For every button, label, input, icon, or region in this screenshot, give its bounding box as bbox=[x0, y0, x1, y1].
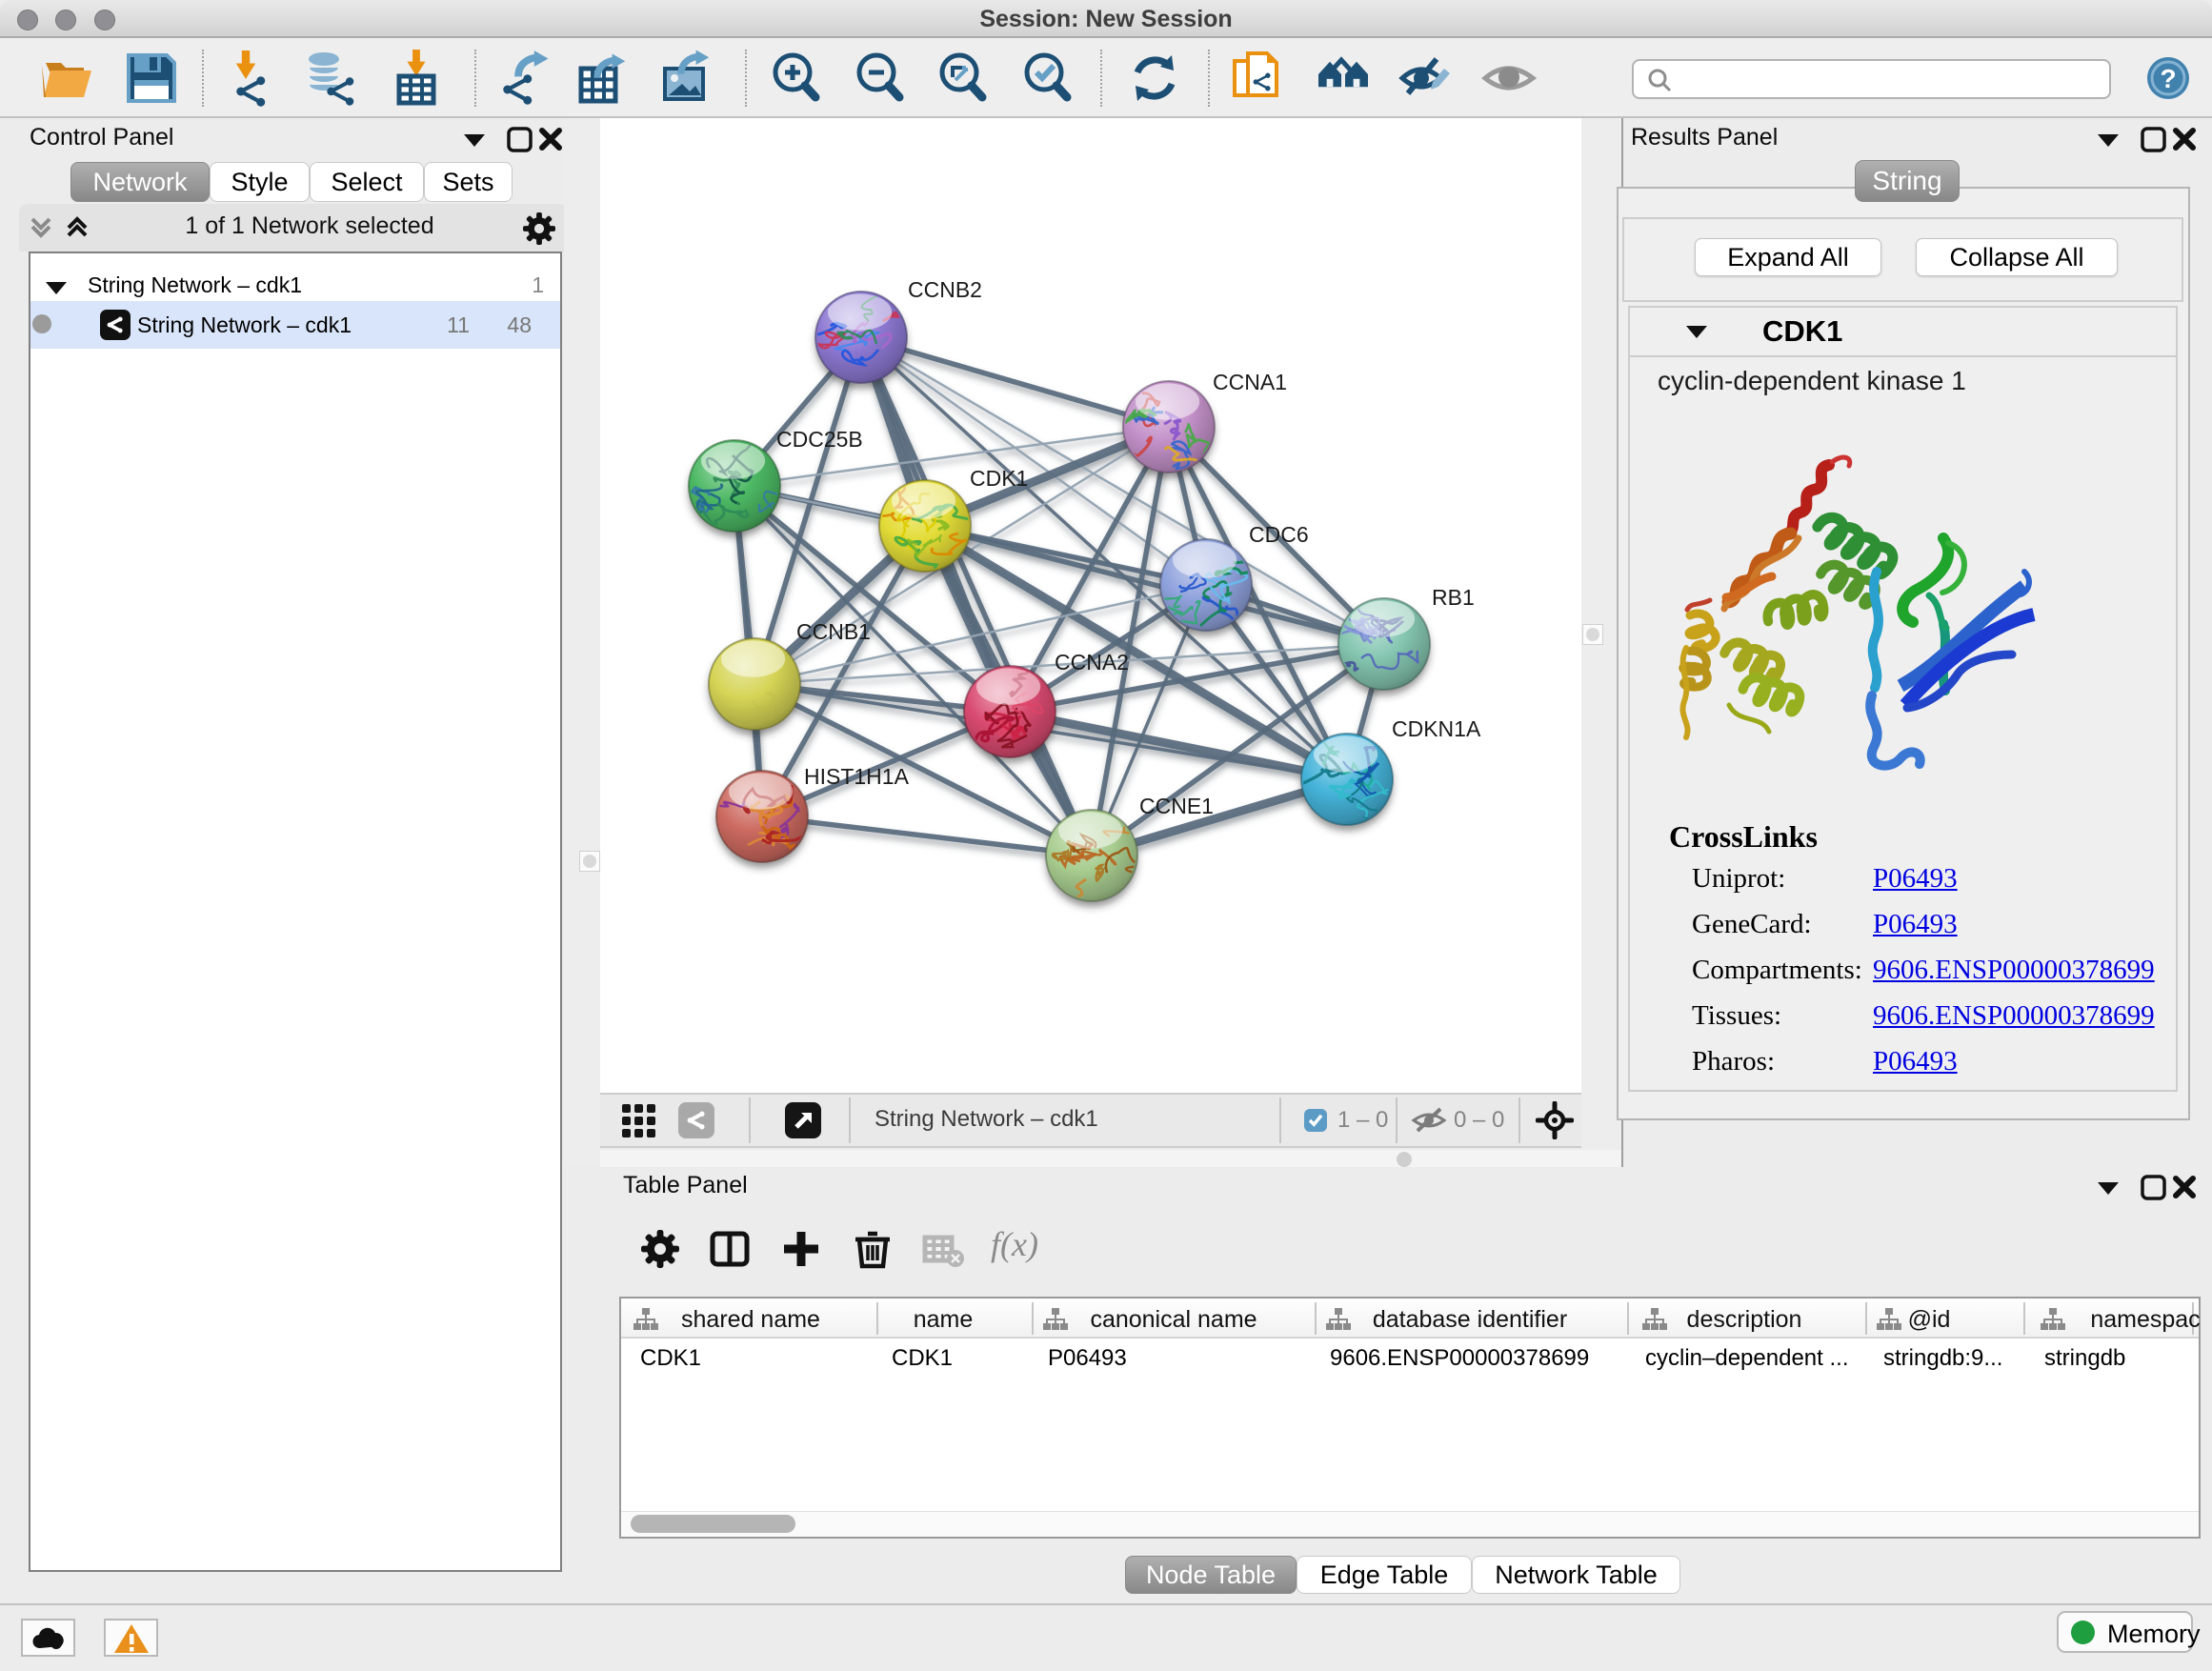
svg-text:CCNA1: CCNA1 bbox=[1213, 370, 1287, 394]
svg-text:CCNE1: CCNE1 bbox=[1139, 794, 1214, 818]
svg-text:CCNB2: CCNB2 bbox=[908, 277, 982, 302]
svg-text:RB1: RB1 bbox=[1432, 585, 1475, 610]
svg-text:CDK1: CDK1 bbox=[970, 466, 1028, 491]
svg-text:?: ? bbox=[2160, 64, 2176, 93]
svg-text:CCNA2: CCNA2 bbox=[1055, 650, 1129, 674]
svg-text:HIST1H1A: HIST1H1A bbox=[804, 764, 910, 789]
svg-text:CDC25B: CDC25B bbox=[776, 427, 863, 452]
svg-text:CDC6: CDC6 bbox=[1249, 522, 1309, 547]
svg-text:CDKN1A: CDKN1A bbox=[1392, 716, 1481, 741]
svg-text:CCNB1: CCNB1 bbox=[796, 619, 871, 644]
